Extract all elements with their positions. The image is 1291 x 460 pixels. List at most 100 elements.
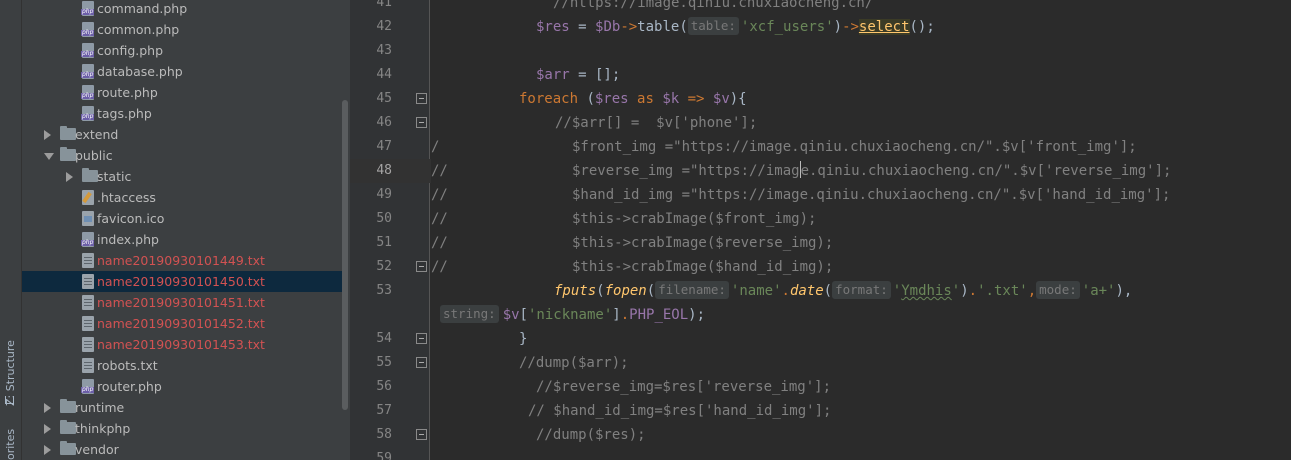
code-line-49-body: $hand_id_img ="https://image.qiniu.chuxi… [572,183,1170,207]
tree-row-label: config.php [97,43,164,58]
paren: ( [596,283,605,299]
code-line-47-body: $front_img ="https://image.qiniu.chuxiao… [572,135,1137,159]
fold-marker[interactable] [416,333,427,344]
comment: //dump($arr); [519,355,629,371]
php-file-icon [81,85,95,100]
tree-row[interactable]: runtime [22,397,342,418]
parameter-hint: format: [832,281,891,299]
tree-row[interactable]: index.php [22,229,342,250]
line-number: 58 [376,427,392,442]
fold-marker[interactable] [416,429,427,440]
paren: ); [688,307,706,323]
tree-row[interactable]: tags.php [22,103,342,124]
fold-marker[interactable] [416,93,427,104]
fold-marker[interactable] [416,261,427,272]
comment: $this->crabImage($reverse_img); [572,235,834,251]
tree-row[interactable]: common.php [22,19,342,40]
chevron-right-icon[interactable] [44,445,51,455]
structure-tool-tab[interactable]: Z: Structure [0,330,22,410]
tree-row[interactable]: config.php [22,40,342,61]
tree-row[interactable]: vendor [22,439,342,460]
tree-row[interactable]: robots.txt [22,355,342,376]
fold-marker[interactable] [416,117,427,128]
tree-row-label: database.php [97,64,183,79]
project-tree-scrollbar[interactable] [342,100,348,410]
string-literal: 'name' [730,283,782,299]
tree-row[interactable]: route.php [22,82,342,103]
text-file-icon [82,337,94,352]
line-number: 44 [376,67,392,82]
tree-row-label: index.php [97,232,159,247]
function-call: date [789,283,824,299]
tree-row[interactable]: favicon.ico [22,208,342,229]
code-line-56: //$reverse_img=$res['reverse_img']; [536,375,831,399]
tree-row[interactable]: name20190930101453.txt [22,334,342,355]
php-file-icon [81,43,95,58]
tree-row[interactable]: extend [22,124,342,145]
tree-row[interactable]: command.php [22,0,342,19]
comment: //$reverse_img=$res['reverse_img']; [536,379,832,395]
code-line-48-body: $reverse_img ="https://image.qiniu.chuxi… [572,159,1171,183]
comment: $this->crabImage($front_img); [572,211,817,227]
tree-row[interactable]: public [22,145,342,166]
code-area[interactable]: //https://image.qiniu.chuxiaocheng.cn/ $… [431,0,1291,460]
tree-row[interactable]: static [22,166,342,187]
comment: e.qiniu.chuxiaocheng.cn/".$v['reverse_im… [800,163,1172,179]
parameter-hint: string: [440,305,499,323]
chevron-down-icon[interactable] [44,153,54,160]
paren: ) [833,19,843,35]
chevron-right-icon[interactable] [66,172,73,182]
text-file-icon [82,295,94,310]
tree-row[interactable]: router.php [22,376,342,397]
line-number: 55 [376,355,392,370]
folder-icon [82,168,98,182]
function-call: fopen [604,283,647,299]
tool-window-strip: Z: Structure orites [0,0,22,460]
favorites-tool-tab[interactable]: orites [0,420,22,460]
comment-prefix: // [431,187,448,203]
tree-row[interactable]: database.php [22,61,342,82]
tree-row[interactable]: name20190930101449.txt [22,250,342,271]
code-line-54: } [519,327,527,351]
comment: $front_img ="https://image.qiniu.chuxiao… [572,139,1137,155]
line-number: 49 [376,187,392,202]
paren: ){ [729,91,747,107]
line-number: 42 [376,19,392,34]
variable: $v [502,307,520,323]
bracket: ] [612,307,621,323]
tree-row[interactable]: name20190930101450.txt [22,271,342,292]
tree-row[interactable]: .htaccess [22,187,342,208]
code-line-49: // [431,183,448,207]
tree-row-label: name20190930101449.txt [97,253,265,268]
code-line-50: // [431,207,448,231]
line-number: 57 [376,403,392,418]
line-number: 52 [376,259,392,274]
text-file-icon [82,253,94,268]
tree-row[interactable]: thinkphp [22,418,342,439]
code-text: = []; [569,67,621,83]
text-file-icon [82,316,94,331]
chevron-right-icon[interactable] [44,403,51,413]
code-line-53: fputs(fopen(filename:'name'.date(format:… [554,279,1132,303]
code-line-52-body: $this->crabImage($hand_id_img); [572,255,833,279]
method-call: table( [637,19,688,35]
structure-tab-label: Z: Structure [4,340,17,406]
comment: $reverse_img ="https://imag [572,163,800,179]
tree-row-label: .htaccess [97,190,156,205]
chevron-right-icon[interactable] [44,424,51,434]
variable: $v [712,91,730,107]
comment-prefix: // [431,163,448,179]
php-file-icon [81,232,95,247]
tree-row-label: name20190930101453.txt [97,337,265,352]
php-file-icon [81,379,95,394]
line-number: 46 [376,115,392,130]
tree-row[interactable]: name20190930101452.txt [22,313,342,334]
folder-icon [60,441,76,455]
chevron-right-icon[interactable] [44,130,51,140]
comment: $this->crabImage($hand_id_img); [572,259,834,275]
operator: => [679,91,713,107]
string-literal: ' [892,283,902,299]
tree-row[interactable]: name20190930101451.txt [22,292,342,313]
fold-marker[interactable] [416,357,427,368]
comma: , [1027,283,1037,299]
